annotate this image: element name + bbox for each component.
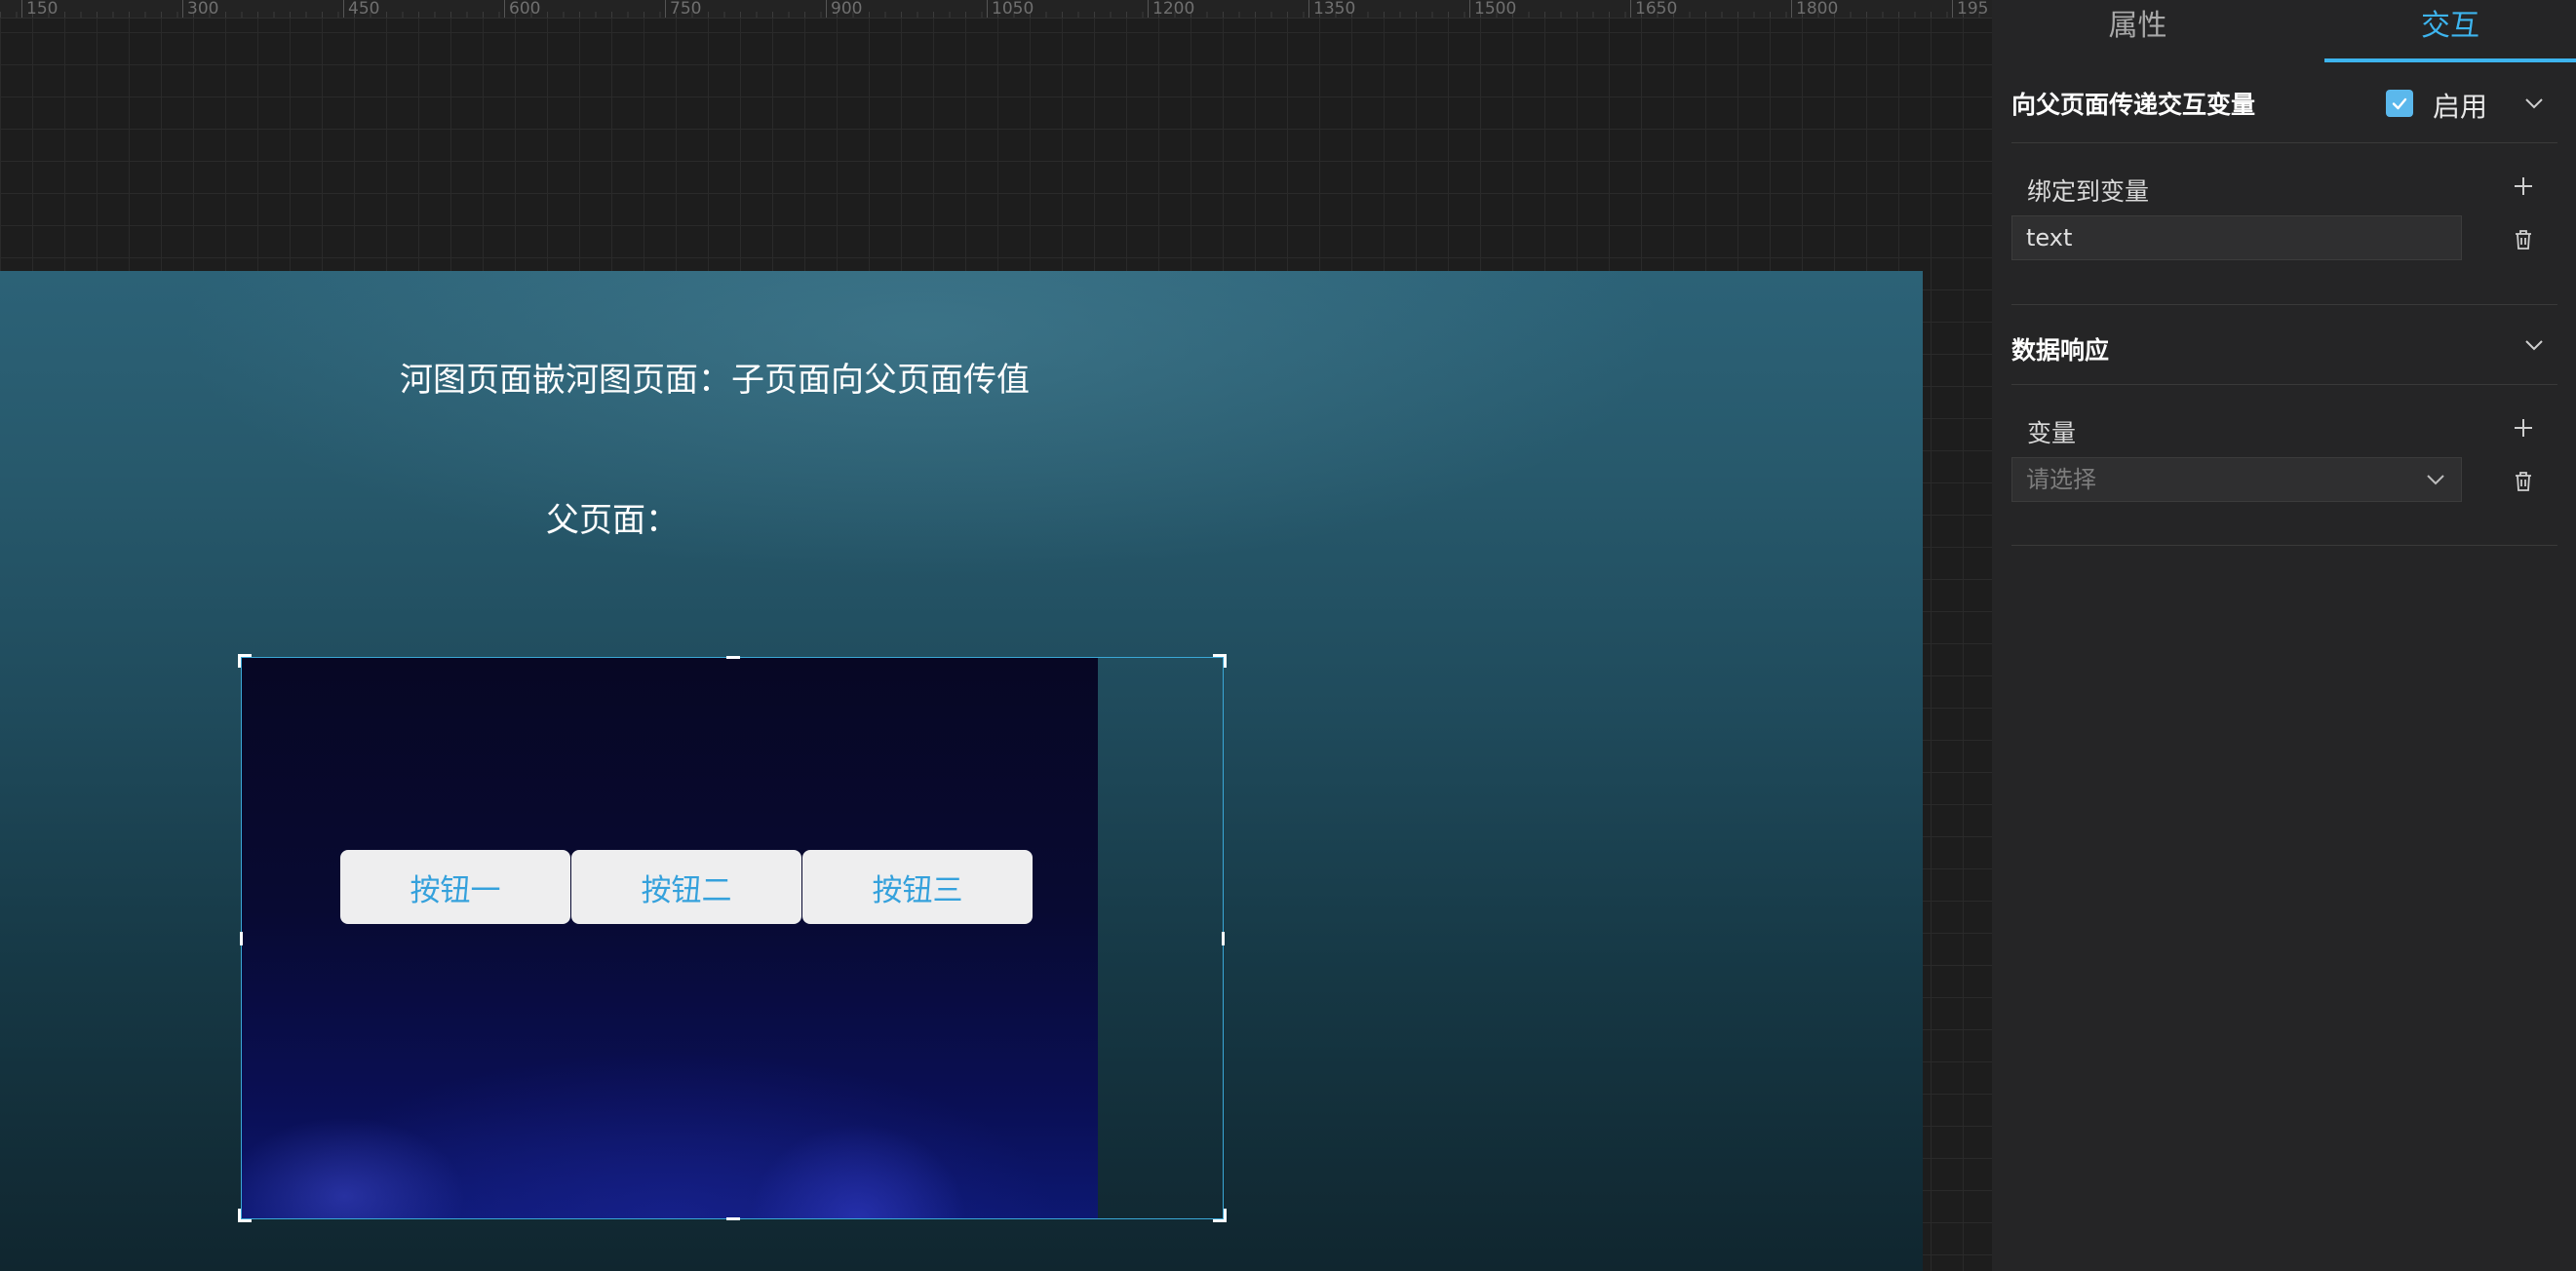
section-divider xyxy=(2011,142,2557,143)
ruler-tick: 900 xyxy=(826,0,862,18)
chevron-down-icon[interactable] xyxy=(2520,90,2548,117)
parent-page-canvas[interactable]: 河图页面嵌河图页面：子页面向父页面传值 父页面： 按钮一 按钮二 按钮三 xyxy=(0,271,1923,1271)
trash-icon[interactable] xyxy=(2509,467,2538,496)
ruler-tick: 1050 xyxy=(987,0,1034,18)
add-icon[interactable] xyxy=(2509,172,2538,201)
ruler-tick: 150 xyxy=(21,0,58,18)
section-divider xyxy=(2011,545,2557,546)
child-button-group: 按钮一 按钮二 按钮三 xyxy=(340,850,1033,924)
parent-page-label[interactable]: 父页面： xyxy=(546,493,679,541)
horizontal-ruler: 150 300 450 600 750 900 1050 1200 1350 1… xyxy=(0,0,1992,19)
enable-label[interactable]: 启用 xyxy=(2433,86,2487,125)
properties-panel: 属性 交互 向父页面传递交互变量 启用 绑定到变量 text 数据响应 变量 请… xyxy=(1992,0,2576,1271)
trash-icon[interactable] xyxy=(2509,225,2538,254)
ruler-tick: 195 xyxy=(1952,0,1988,18)
embedded-child-page-frame[interactable]: 按钮一 按钮二 按钮三 xyxy=(238,654,1227,1222)
variable-label: 变量 xyxy=(2027,419,2077,447)
section-divider xyxy=(2011,384,2557,385)
variable-select[interactable]: 请选择 xyxy=(2011,457,2462,502)
pass-variable-section-title: 向父页面传递交互变量 xyxy=(2011,91,2256,119)
bind-variable-label: 绑定到变量 xyxy=(2027,177,2150,206)
ruler-tick: 1350 xyxy=(1308,0,1355,18)
child-button-three[interactable]: 按钮三 xyxy=(802,850,1033,924)
child-button-two[interactable]: 按钮二 xyxy=(571,850,801,924)
chevron-down-icon xyxy=(2424,470,2447,489)
resize-handle-top-left[interactable] xyxy=(238,654,254,670)
bind-variable-input[interactable]: text xyxy=(2011,215,2462,260)
resize-handle-bottom-left[interactable] xyxy=(238,1207,254,1222)
tab-properties[interactable]: 属性 xyxy=(1992,0,2283,62)
ruler-tick: 450 xyxy=(343,0,379,18)
resize-handle-bottom[interactable] xyxy=(726,1217,740,1220)
child-button-one[interactable]: 按钮一 xyxy=(340,850,570,924)
canvas-workspace[interactable]: 150 300 450 600 750 900 1050 1200 1350 1… xyxy=(0,0,1992,1271)
resize-handle-top[interactable] xyxy=(726,656,740,659)
add-icon[interactable] xyxy=(2509,413,2538,443)
resize-handle-top-right[interactable] xyxy=(1211,654,1227,670)
ruler-tick: 600 xyxy=(504,0,540,18)
ruler-tick: 1800 xyxy=(1791,0,1838,18)
resize-handle-right[interactable] xyxy=(1222,932,1225,945)
ruler-tick: 300 xyxy=(182,0,218,18)
page-title-text[interactable]: 河图页面嵌河图页面：子页面向父页面传值 xyxy=(400,353,1030,401)
select-placeholder: 请选择 xyxy=(2026,466,2096,493)
resize-handle-bottom-right[interactable] xyxy=(1211,1207,1227,1222)
ruler-tick: 1200 xyxy=(1148,0,1194,18)
enable-checkbox[interactable] xyxy=(2386,90,2413,117)
chevron-down-icon[interactable] xyxy=(2520,331,2548,359)
tab-interaction[interactable]: 交互 xyxy=(2324,0,2576,62)
check-icon xyxy=(2392,97,2407,110)
section-divider xyxy=(2011,304,2557,305)
ruler-tick: 1650 xyxy=(1630,0,1677,18)
resize-handle-left[interactable] xyxy=(240,932,243,945)
ruler-tick: 1500 xyxy=(1469,0,1516,18)
ruler-tick: 750 xyxy=(665,0,701,18)
data-response-section-title: 数据响应 xyxy=(2011,336,2110,365)
panel-tabs: 属性 交互 xyxy=(1992,0,2576,62)
child-page-preview: 按钮一 按钮二 按钮三 xyxy=(242,658,1098,1218)
